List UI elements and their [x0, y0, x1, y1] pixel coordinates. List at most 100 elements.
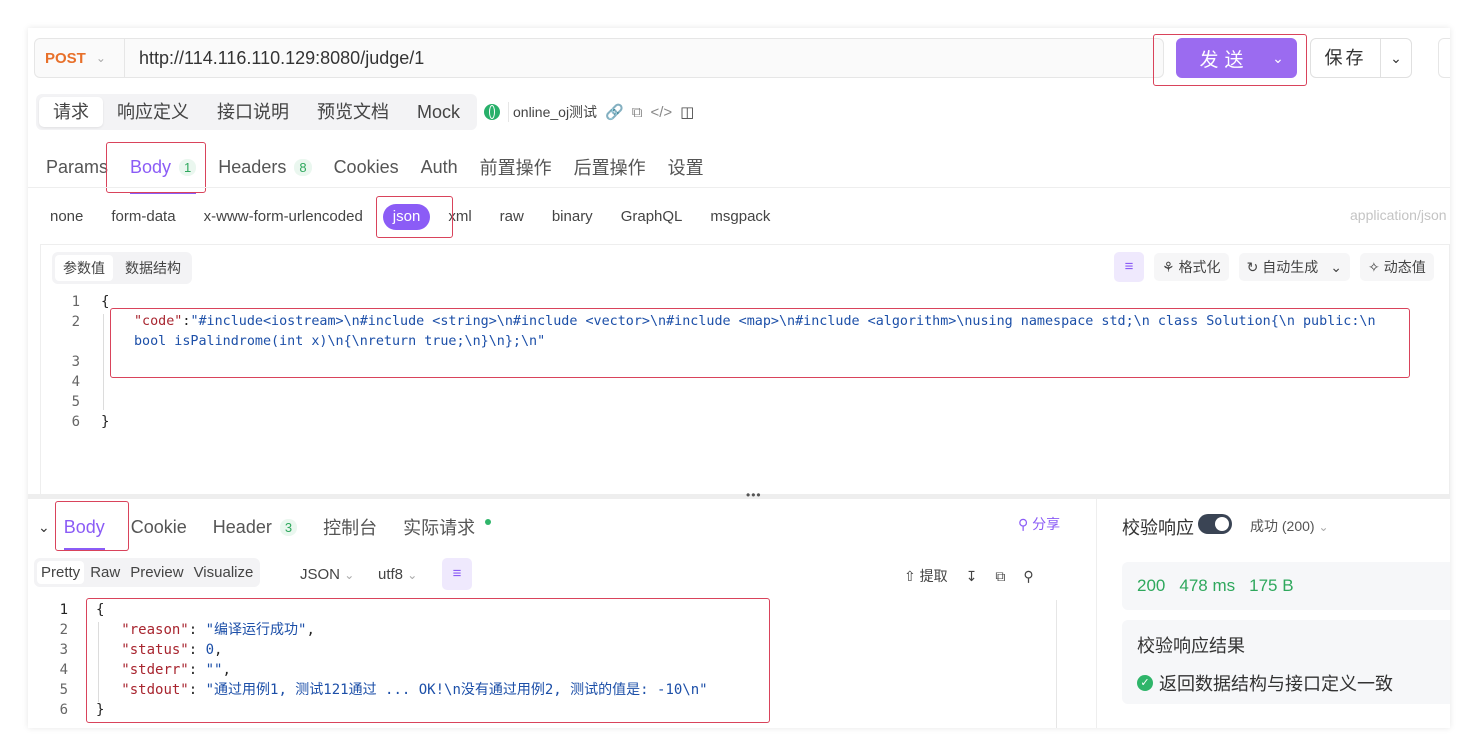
tab-label: 前置操作	[479, 158, 552, 178]
line-number: 4	[59, 662, 68, 678]
tab-cookies[interactable]: Cookies	[334, 152, 399, 182]
code-icon[interactable]: </>	[650, 104, 672, 121]
magic-wand-icon: ✧	[1368, 258, 1380, 275]
request-tabs: Params Body 1 Headers 8 Cookies Auth 前置操作 …	[46, 152, 726, 194]
method-select[interactable]: POST ⌄	[35, 39, 125, 77]
count-badge: 1	[179, 158, 197, 176]
tab-response-cookie[interactable]: Cookie	[131, 512, 187, 542]
chevron-down-icon[interactable]: ⌄	[1381, 50, 1411, 67]
line-number: 3	[59, 642, 68, 658]
status-value: 成功 (200)	[1250, 518, 1315, 534]
panel-splitter[interactable]	[28, 494, 1450, 499]
tab-label: Headers	[218, 156, 287, 177]
json-key: "code"	[134, 314, 183, 329]
collapse-toggle[interactable]: ⌄	[38, 512, 50, 542]
code-line-2-wrap[interactable]: bool isPalindrome(int x)\n{\nreturn true…	[134, 332, 545, 352]
check-circle-icon: ✓	[1137, 675, 1153, 691]
body-type-urlencoded[interactable]: x-www-form-urlencoded	[204, 204, 363, 230]
globe-icon	[484, 104, 500, 120]
url-input[interactable]: http://114.116.110.129:8080/judge/1	[139, 48, 424, 69]
tab-settings[interactable]: 设置	[668, 152, 704, 182]
auto-generate-button[interactable]: ↻ 自动生成 ⌄	[1238, 253, 1351, 281]
tab-auth[interactable]: Auth	[421, 152, 458, 182]
scrollbar[interactable]	[1056, 600, 1057, 728]
response-size: 175 B	[1249, 576, 1294, 595]
code-open-brace: {	[101, 294, 110, 310]
validation-status-select[interactable]: 成功 (200) ⌄	[1250, 516, 1329, 536]
tab-headers[interactable]: Headers 8	[218, 152, 312, 182]
tab-response-definition[interactable]: 响应定义	[103, 97, 203, 127]
format-select[interactable]: JSON ⌄	[300, 566, 354, 583]
view-visualize[interactable]: Visualize	[190, 561, 258, 584]
wrap-icon[interactable]: ≡	[1114, 252, 1144, 282]
chevron-down-icon[interactable]: ⌄	[1259, 50, 1297, 67]
json-line: "stderr": "",	[121, 662, 231, 678]
send-button[interactable]: 发送 ⌄	[1176, 38, 1297, 78]
tab-label: Body	[130, 156, 172, 177]
tab-label: Params	[46, 156, 109, 177]
json-key: "reason"	[121, 622, 189, 638]
tab-body[interactable]: Body 1	[130, 152, 197, 194]
view-pretty[interactable]: Pretty	[37, 561, 85, 584]
content-type-label: application/json	[1350, 207, 1447, 223]
tab-label: 后置操作	[573, 158, 646, 178]
panel-icon[interactable]: ◫	[680, 103, 694, 121]
tab-pre-processors[interactable]: 前置操作	[480, 152, 552, 182]
json-key: "stderr"	[121, 662, 189, 678]
tab-request[interactable]: 请求	[39, 97, 103, 127]
response-json: { "reason": "编译运行成功", "status": 0, "stde…	[96, 600, 708, 720]
body-type-form-data[interactable]: form-data	[111, 204, 175, 230]
body-type-json[interactable]: json	[382, 204, 431, 230]
tab-params[interactable]: Params	[46, 152, 108, 182]
auto-generate-label: 自动生成	[1262, 259, 1319, 275]
drag-handle-icon[interactable]: •••	[746, 488, 762, 502]
body-type-binary[interactable]: binary	[552, 204, 593, 230]
extract-button[interactable]: ⇧ 提取	[904, 566, 948, 586]
view-raw[interactable]: Raw	[86, 561, 124, 584]
tab-preview-doc[interactable]: 预览文档	[303, 97, 403, 127]
chevron-down-icon[interactable]: ⌄	[38, 519, 50, 536]
tab-param-values[interactable]: 参数值	[55, 255, 113, 281]
environment-name[interactable]: online_oj测试	[508, 102, 597, 122]
share-button[interactable]: ⚲ 分享	[1018, 514, 1060, 534]
tab-post-processors[interactable]: 后置操作	[574, 152, 646, 182]
download-icon[interactable]: ↧	[966, 568, 978, 585]
encoding-select[interactable]: utf8 ⌄	[378, 566, 417, 583]
body-type-xml[interactable]: xml	[448, 204, 471, 230]
tab-api-description[interactable]: 接口说明	[203, 97, 303, 127]
save-button[interactable]: 保存 ⌄	[1310, 38, 1412, 78]
json-string: bool isPalindrome(int x)\n{\nreturn true…	[134, 334, 546, 349]
validation-toggle[interactable]	[1198, 514, 1232, 534]
copy-icon[interactable]: ⧉	[632, 104, 643, 121]
environment-row: online_oj测试 🔗 ⧉ </> ◫	[484, 102, 694, 122]
chevron-down-icon[interactable]: ⌄	[1330, 259, 1342, 276]
copy-icon[interactable]: ⧉	[995, 568, 1005, 585]
body-type-graphql[interactable]: GraphQL	[621, 204, 683, 230]
view-preview[interactable]: Preview	[126, 561, 187, 584]
editor-tools: ≡ ⚘ 格式化 ↻ 自动生成 ⌄ ✧ 动态值	[1114, 252, 1434, 282]
json-string: "通过用例1, 测试121通过 ... OK!\n没有通过用例2, 测试的值是:…	[205, 682, 708, 698]
editor-line-numbers: 1 2 3 4 5 6	[52, 292, 80, 432]
search-icon[interactable]: ⚲	[1023, 568, 1033, 585]
tab-response-header[interactable]: Header 3	[213, 512, 298, 542]
tab-label: 控制台	[323, 518, 378, 538]
tab-console[interactable]: 控制台	[323, 512, 377, 542]
tab-data-structure[interactable]: 数据结构	[117, 255, 189, 281]
body-type-none[interactable]: none	[50, 204, 83, 230]
code-line-2[interactable]: "code":"#include<iostream>\n#include <st…	[134, 312, 1376, 332]
wrap-icon[interactable]: ≡	[442, 558, 472, 590]
dynamic-value-button[interactable]: ✧ 动态值	[1360, 253, 1434, 281]
tab-response-body[interactable]: Body	[63, 512, 105, 550]
tab-actual-request[interactable]: 实际请求	[403, 512, 492, 542]
body-type-raw[interactable]: raw	[500, 204, 524, 230]
format-button[interactable]: ⚘ 格式化	[1154, 253, 1229, 281]
body-type-msgpack[interactable]: msgpack	[710, 204, 770, 230]
link-icon[interactable]: 🔗	[605, 103, 624, 121]
response-time: 478 ms	[1179, 576, 1236, 595]
chevron-down-icon: ⌄	[344, 568, 355, 582]
editor-mode-tabs: 参数值 数据结构	[52, 252, 192, 284]
chevron-down-icon: ⌄	[1318, 520, 1329, 534]
url-bar: POST ⌄ http://114.116.110.129:8080/judge…	[34, 38, 1164, 78]
tab-mock[interactable]: Mock	[403, 97, 474, 127]
more-button[interactable]	[1438, 38, 1450, 78]
